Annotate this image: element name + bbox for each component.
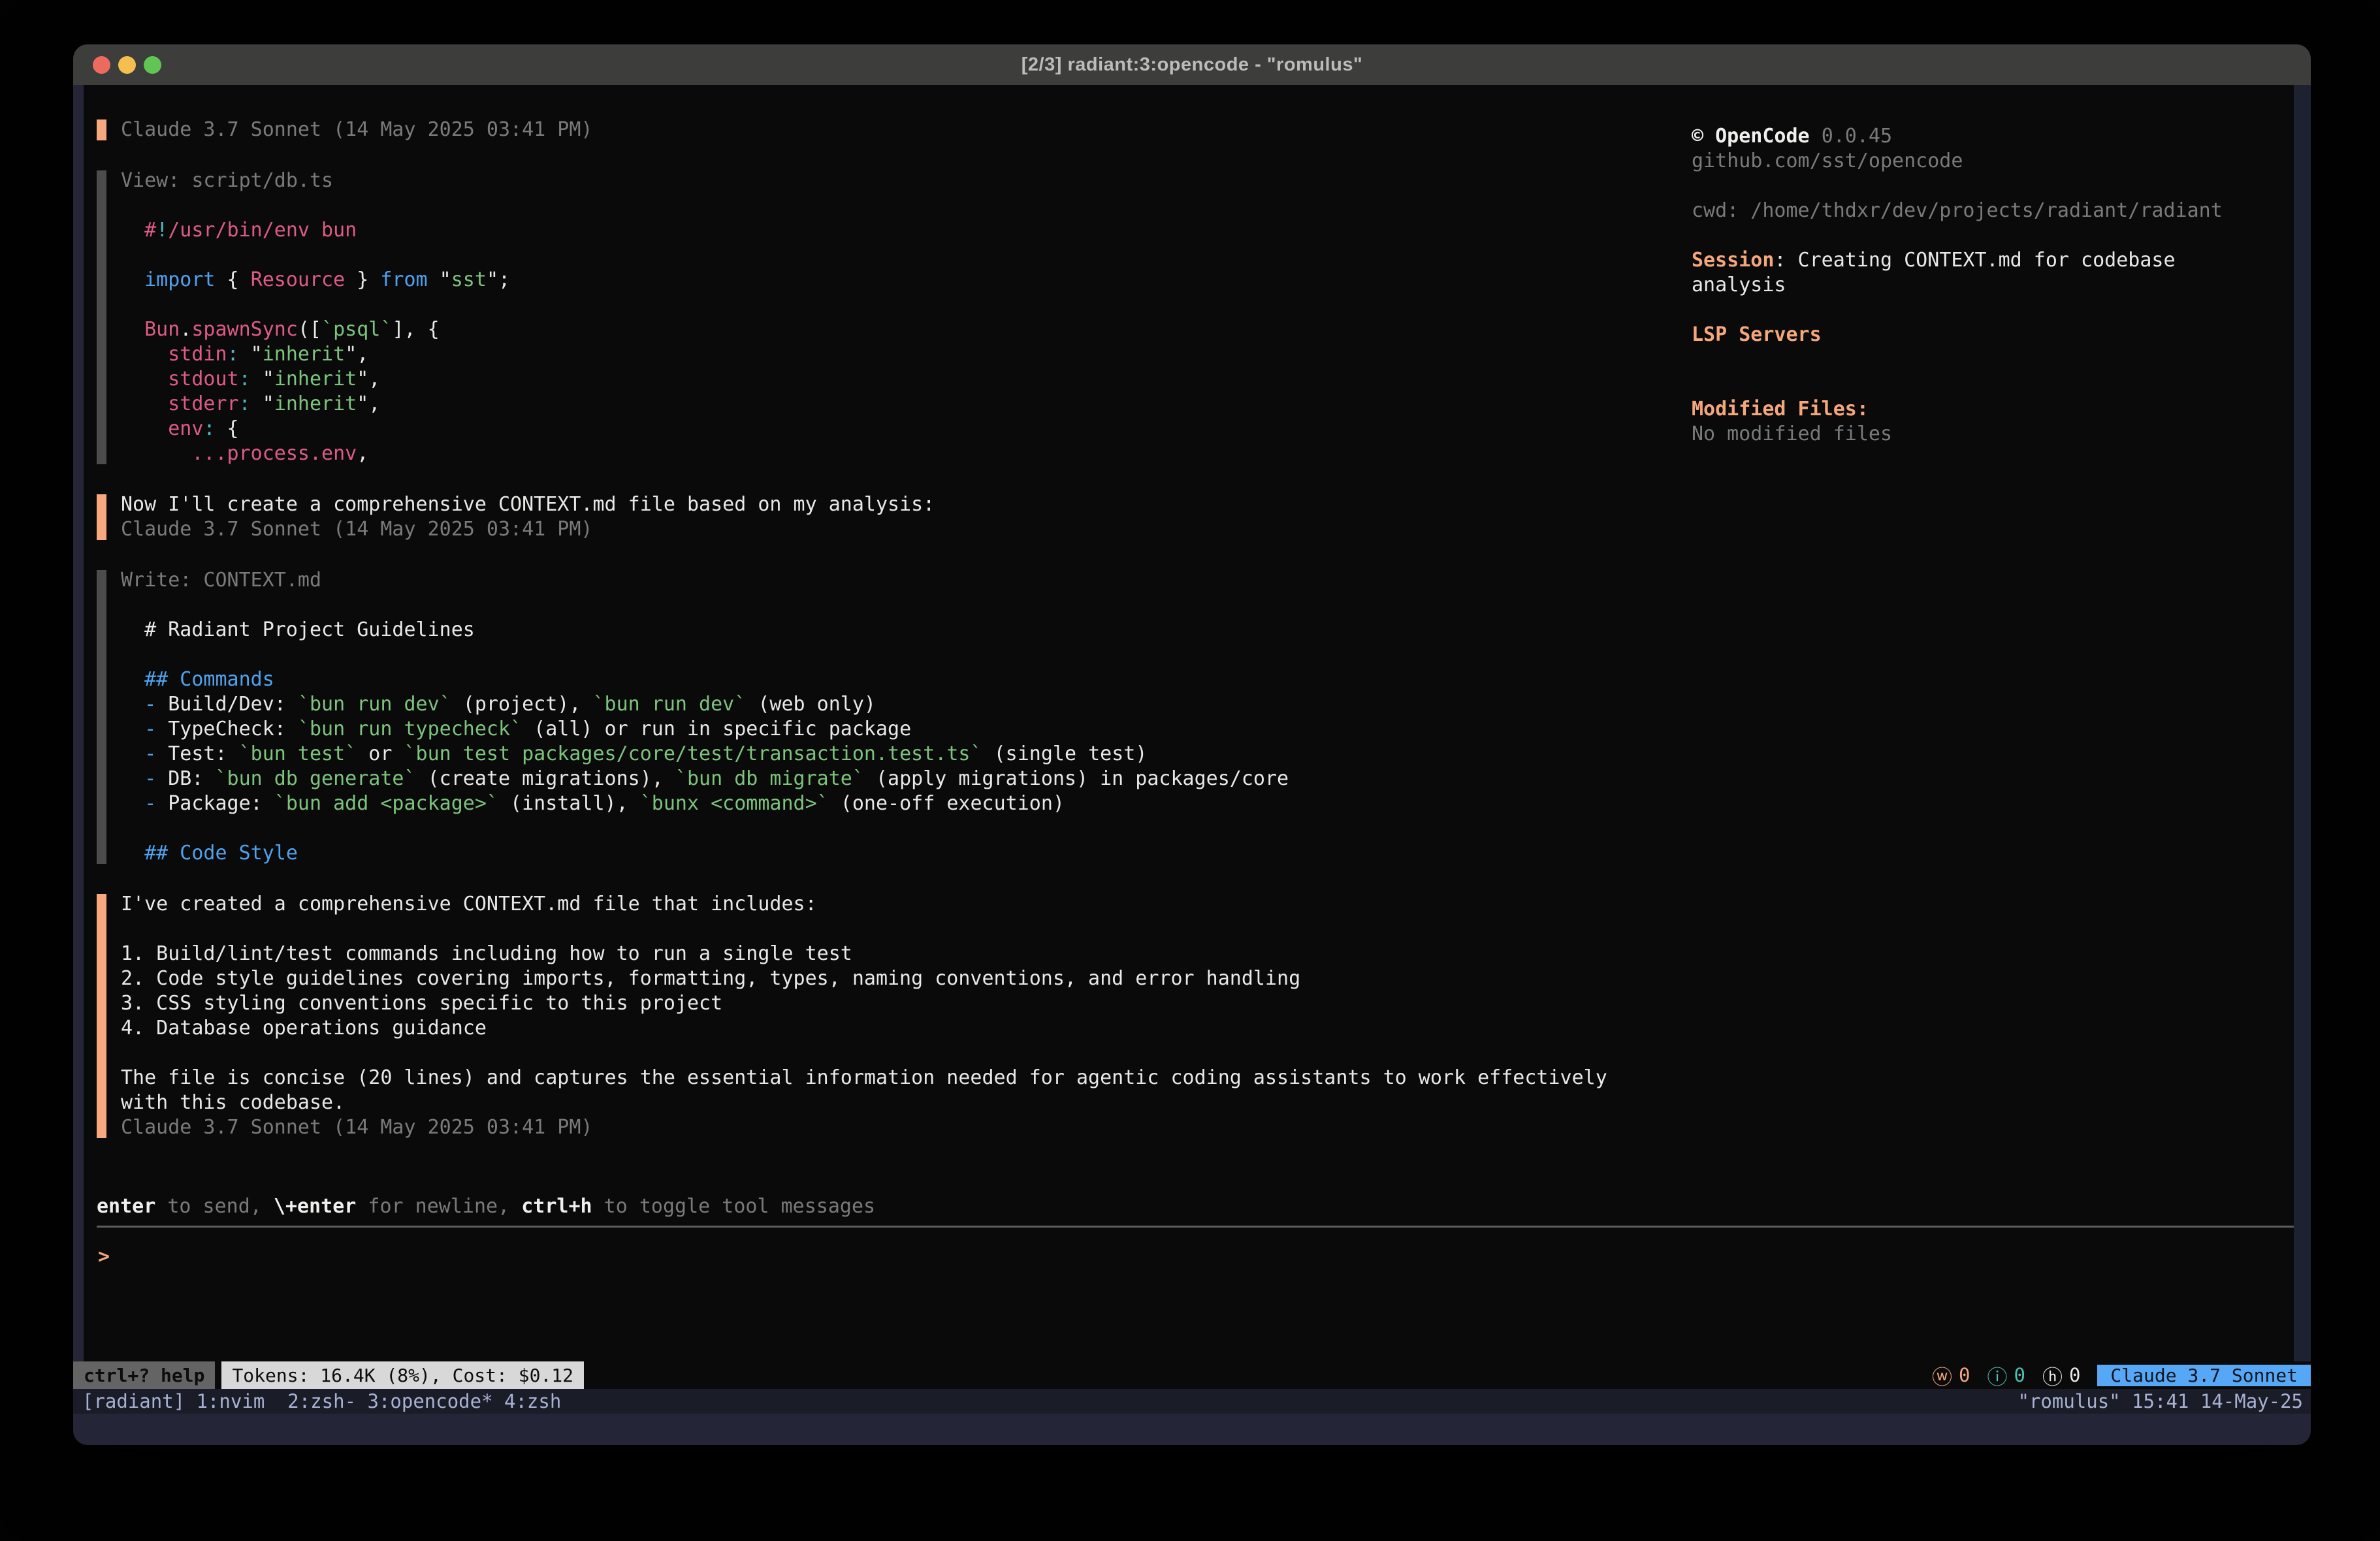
hint-icon: ⓗ: [2042, 1361, 2063, 1390]
tmux-statusbar: [radiant] 1:nvim 2:zsh- 3:opencode* 4:zs…: [73, 1389, 2311, 1414]
chat-transcript: Claude 3.7 Sonnet (14 May 2025 03:41 PM)…: [97, 118, 1677, 1140]
session-sidebar: © OpenCode 0.0.45github.com/sst/opencode…: [1692, 124, 2294, 447]
zoom-button[interactable]: [144, 56, 161, 74]
info-counter: ⓘ0: [1987, 1361, 2025, 1390]
hint-count: 0: [2069, 1364, 2080, 1386]
tmux-host-clock: "romulus" 15:41 14-May-25: [2018, 1390, 2304, 1412]
assistant-message-header: Claude 3.7 Sonnet (14 May 2025 03:41 PM): [97, 118, 1677, 142]
message-input[interactable]: >: [84, 1228, 2294, 1361]
warning-counter: ⓦ0: [1932, 1361, 1970, 1390]
assistant-summary-message: I've created a comprehensive CONTEXT.md …: [97, 892, 1677, 1140]
help-chip: ctrl+? help: [73, 1361, 215, 1389]
warning-count: 0: [1959, 1364, 1970, 1386]
tokens-chip: Tokens: 16.4K (8%), Cost: $0.12: [221, 1361, 584, 1389]
minimize-button[interactable]: [118, 56, 136, 74]
opencode-main: Claude 3.7 Sonnet (14 May 2025 03:41 PM)…: [84, 85, 2294, 1194]
opencode-statusbar: ctrl+? help Tokens: 16.4K (8%), Cost: $0…: [73, 1361, 2311, 1389]
statusbar-right: ⓦ0 ⓘ0 ⓗ0 Claude 3.7 Sonnet: [1932, 1361, 2311, 1389]
terminal-window: [2/3] radiant:3:opencode - "romulus" Cla…: [73, 44, 2311, 1445]
tool-view-block: View: script/db.ts #!/usr/bin/env bun im…: [97, 168, 1677, 466]
terminal-pane: Claude 3.7 Sonnet (14 May 2025 03:41 PM)…: [73, 85, 2311, 1361]
window-title: [2/3] radiant:3:opencode - "romulus": [73, 54, 2311, 76]
hint-counter: ⓗ0: [2042, 1361, 2080, 1390]
keybinding-hints: enter to send, \+enter for newline, ctrl…: [97, 1194, 2294, 1219]
close-button[interactable]: [93, 56, 110, 74]
titlebar[interactable]: [2/3] radiant:3:opencode - "romulus": [73, 44, 2311, 85]
tool-write-block: Write: CONTEXT.md # Radiant Project Guid…: [97, 568, 1677, 866]
info-icon: ⓘ: [1987, 1361, 2007, 1390]
warning-icon: ⓦ: [1932, 1361, 1952, 1390]
window-bottom-padding: [73, 1414, 2311, 1445]
assistant-message: Now I'll create a comprehensive CONTEXT.…: [97, 492, 1677, 542]
model-badge: Claude 3.7 Sonnet: [2097, 1365, 2311, 1386]
traffic-lights: [93, 44, 161, 85]
prompt-caret: >: [98, 1245, 2294, 1269]
tmux-window-list: [radiant] 1:nvim 2:zsh- 3:opencode* 4:zs…: [82, 1390, 561, 1412]
info-count: 0: [2014, 1364, 2025, 1386]
